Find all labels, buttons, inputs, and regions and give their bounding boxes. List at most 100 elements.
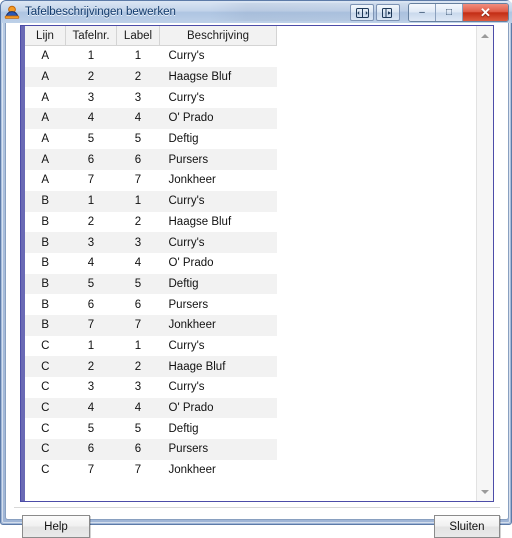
- cell-tafelnr: 6: [65, 439, 117, 460]
- cell-beschrijving: Haagse Bluf: [159, 66, 277, 88]
- table-row[interactable]: C 3 3 Curry's: [25, 377, 277, 398]
- cell-tafelnr: 1: [65, 45, 117, 67]
- cell-tafelnr: 6: [65, 149, 117, 171]
- table-row[interactable]: C 5 5 Deftig: [25, 418, 277, 440]
- cell-lijn: A: [25, 108, 66, 129]
- cell-beschrijving: Haagse Bluf: [159, 211, 277, 233]
- cell-tafelnr: 1: [65, 190, 117, 212]
- table-row[interactable]: C 2 2 Haage Bluf: [25, 356, 277, 377]
- column-header-lijn[interactable]: Lijn: [25, 26, 66, 46]
- table-row[interactable]: C 1 1 Curry's: [25, 335, 277, 357]
- cell-tafelnr: 1: [65, 335, 117, 357]
- cell-tafelnr: 4: [65, 108, 117, 129]
- cell-tafelnr: 2: [65, 211, 117, 233]
- cell-label: 7: [116, 314, 160, 336]
- cell-tafelnr: 7: [65, 459, 117, 481]
- cell-tafelnr: 6: [65, 294, 117, 315]
- cell-label: 1: [116, 335, 160, 357]
- scroll-up-arrow-icon[interactable]: [477, 27, 493, 44]
- cell-label: 5: [116, 273, 160, 295]
- close-button[interactable]: ✕: [463, 4, 508, 21]
- cell-lijn: A: [25, 170, 66, 191]
- cell-tafelnr: 2: [65, 356, 117, 377]
- split-view-icon[interactable]: [350, 4, 374, 21]
- close-dialog-button[interactable]: Sluiten: [434, 515, 500, 538]
- cell-lijn: C: [25, 356, 66, 377]
- table-row[interactable]: C 6 6 Pursers: [25, 439, 277, 460]
- cell-lijn: A: [25, 66, 66, 88]
- cell-label: 6: [116, 439, 160, 460]
- cell-label: 4: [116, 252, 160, 274]
- cell-label: 2: [116, 66, 160, 88]
- cell-beschrijving: Haage Bluf: [159, 356, 277, 377]
- cell-lijn: B: [25, 190, 66, 212]
- maximize-icon: □: [445, 6, 453, 18]
- cell-lijn: B: [25, 294, 66, 315]
- vertical-scrollbar[interactable]: [476, 26, 493, 501]
- table-row[interactable]: A 2 2 Haagse Bluf: [25, 66, 277, 88]
- cell-tafelnr: 4: [65, 397, 117, 419]
- table-row[interactable]: B 7 7 Jonkheer: [25, 314, 277, 336]
- cell-beschrijving: Deftig: [159, 418, 277, 440]
- cell-lijn: B: [25, 273, 66, 295]
- table-row[interactable]: A 1 1 Curry's: [25, 45, 277, 67]
- cell-tafelnr: 5: [65, 273, 117, 295]
- cell-tafelnr: 5: [65, 418, 117, 440]
- table-row[interactable]: C 4 4 O' Prado: [25, 397, 277, 419]
- cell-lijn: C: [25, 397, 66, 419]
- cell-label: 1: [116, 190, 160, 212]
- cell-beschrijving: Deftig: [159, 273, 277, 295]
- cell-tafelnr: 3: [65, 377, 117, 398]
- table-descriptions-grid[interactable]: Lijn Tafelnr. Label Beschrijving A 1 1 Curr…: [20, 25, 494, 502]
- minimize-button[interactable]: –: [409, 4, 436, 21]
- column-header-tafelnr[interactable]: Tafelnr.: [65, 26, 117, 46]
- grid-body: Lijn Tafelnr. Label Beschrijving A 1 1 Curr…: [25, 26, 476, 501]
- table-row[interactable]: A 6 6 Pursers: [25, 149, 277, 171]
- cell-beschrijving: Deftig: [159, 128, 277, 150]
- column-header-beschrijving[interactable]: Beschrijving: [159, 26, 277, 46]
- cell-lijn: C: [25, 377, 66, 398]
- scroll-down-arrow-icon[interactable]: [477, 483, 493, 500]
- cell-label: 7: [116, 459, 160, 481]
- cell-beschrijving: Pursers: [159, 294, 277, 315]
- descriptions-table: Lijn Tafelnr. Label Beschrijving A 1 1 Curr…: [25, 26, 277, 481]
- table-body: A 1 1 Curry's A 2 2 Haagse Bluf A 3 3 Curry's A 4 4 O' …: [25, 45, 277, 481]
- cell-beschrijving: O' Prado: [159, 108, 277, 129]
- maximize-button[interactable]: □: [436, 4, 463, 21]
- cell-label: 6: [116, 294, 160, 315]
- cell-lijn: B: [25, 232, 66, 253]
- cell-label: 6: [116, 149, 160, 171]
- table-row[interactable]: B 5 5 Deftig: [25, 273, 277, 295]
- table-row[interactable]: B 2 2 Haagse Bluf: [25, 211, 277, 233]
- close-icon: ✕: [480, 5, 491, 20]
- cell-beschrijving: Curry's: [159, 87, 277, 109]
- title-bar[interactable]: Tafelbeschrijvingen bewerken – □ ✕: [1, 1, 512, 23]
- minimize-icon: –: [419, 6, 425, 18]
- table-row[interactable]: C 7 7 Jonkheer: [25, 459, 277, 481]
- restore-window-icon[interactable]: [376, 4, 400, 21]
- cell-beschrijving: Pursers: [159, 439, 277, 460]
- cell-beschrijving: Curry's: [159, 232, 277, 253]
- cell-label: 4: [116, 108, 160, 129]
- table-row[interactable]: A 5 5 Deftig: [25, 128, 277, 150]
- table-row[interactable]: B 4 4 O' Prado: [25, 252, 277, 274]
- table-row[interactable]: A 3 3 Curry's: [25, 87, 277, 109]
- cell-label: 5: [116, 418, 160, 440]
- footer-separator: [14, 507, 500, 508]
- cell-tafelnr: 3: [65, 87, 117, 109]
- table-row[interactable]: B 6 6 Pursers: [25, 294, 277, 315]
- cell-tafelnr: 7: [65, 170, 117, 191]
- application-window: Tafelbeschrijvingen bewerken – □ ✕ Lijn …: [0, 0, 512, 538]
- app-icon: [4, 4, 20, 20]
- client-area: Lijn Tafelnr. Label Beschrijving A 1 1 Curr…: [5, 23, 509, 538]
- table-row[interactable]: B 1 1 Curry's: [25, 190, 277, 212]
- table-row[interactable]: A 4 4 O' Prado: [25, 108, 277, 129]
- help-button[interactable]: Help: [22, 515, 90, 538]
- cell-label: 5: [116, 128, 160, 150]
- column-header-label[interactable]: Label: [116, 26, 160, 46]
- cell-beschrijving: Jonkheer: [159, 459, 277, 481]
- cell-lijn: C: [25, 439, 66, 460]
- cell-label: 2: [116, 211, 160, 233]
- table-row[interactable]: A 7 7 Jonkheer: [25, 170, 277, 191]
- table-row[interactable]: B 3 3 Curry's: [25, 232, 277, 253]
